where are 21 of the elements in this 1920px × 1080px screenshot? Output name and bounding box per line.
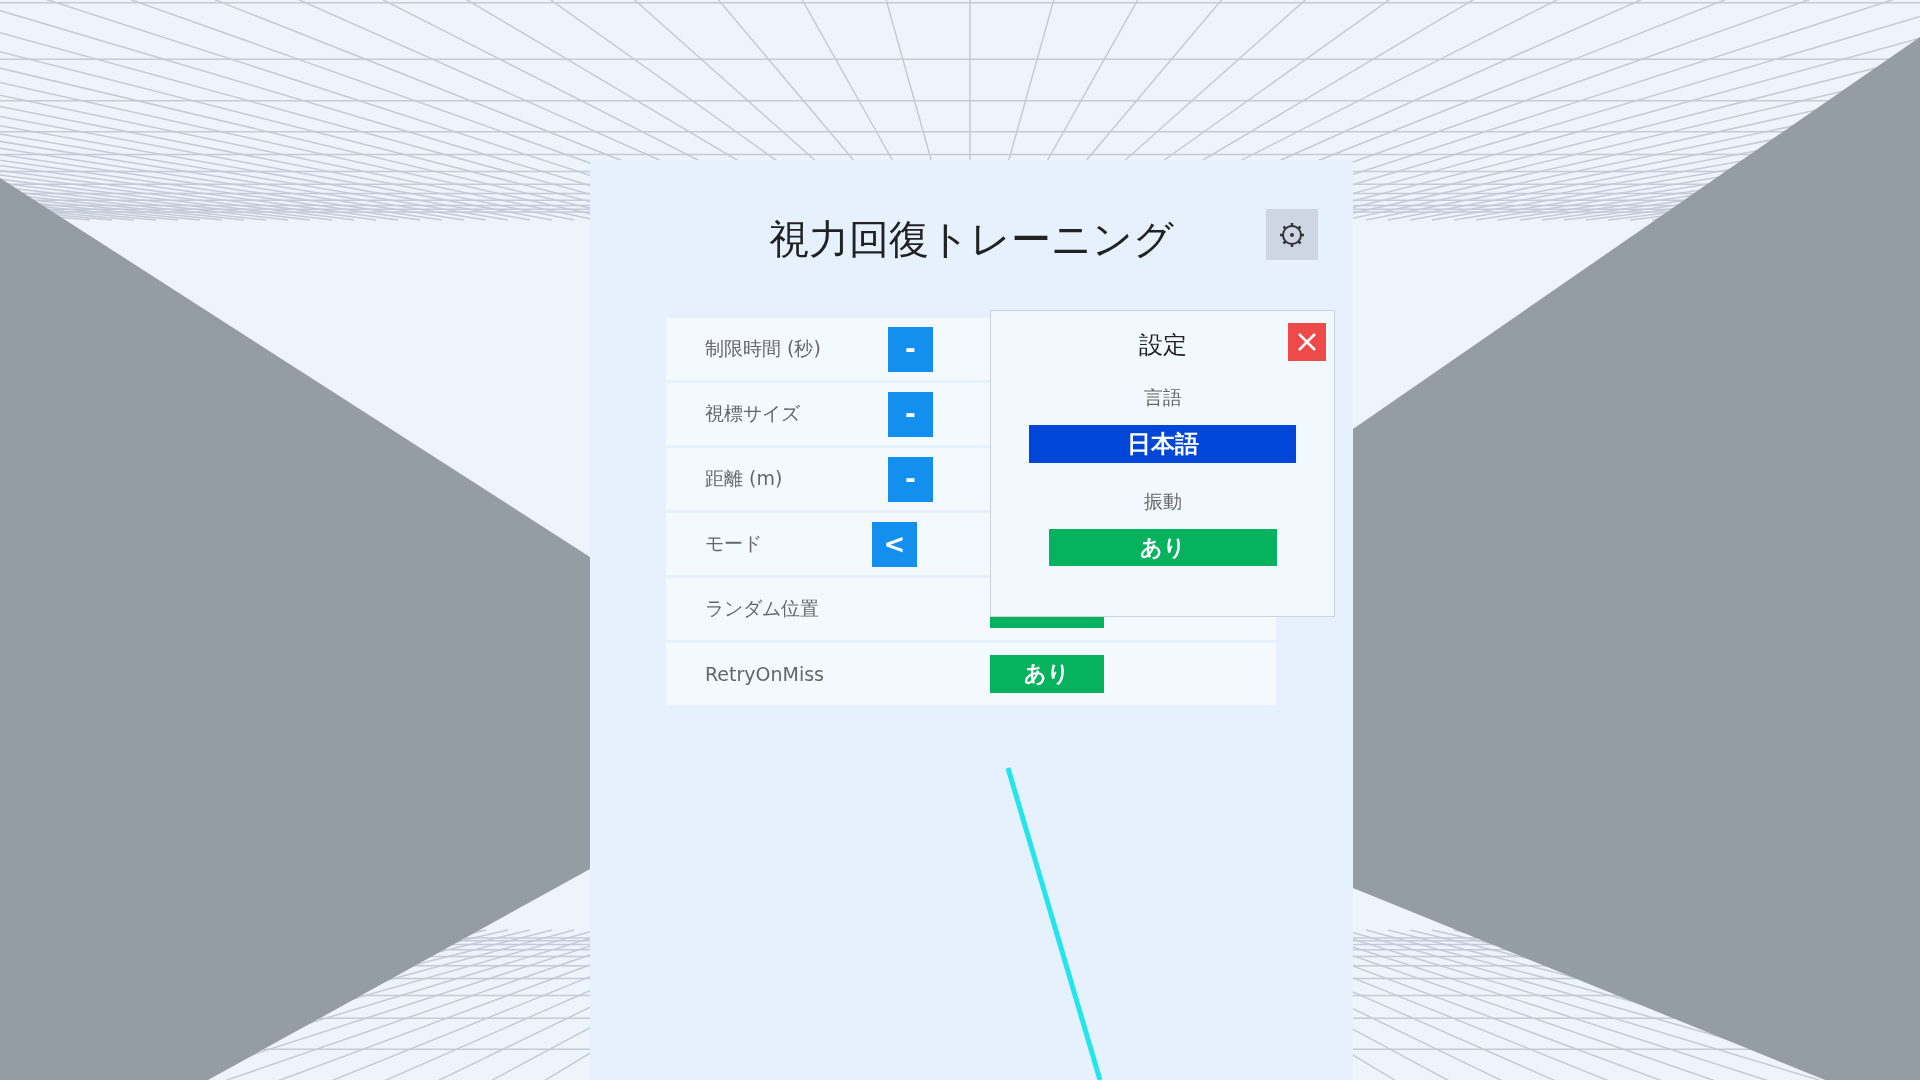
decrease-button[interactable]: - [888, 391, 933, 437]
toggle-button[interactable]: あり [990, 655, 1104, 693]
decrease-button[interactable]: - [888, 456, 933, 502]
setting-label: RetryOnMiss [705, 663, 825, 685]
dialog-title: 設定 [1138, 330, 1187, 359]
previous-button[interactable]: < [872, 521, 917, 567]
setting-label: 制限時間 (秒) [705, 336, 822, 361]
setting-label: 距離 (m) [705, 466, 784, 491]
decrease-button[interactable]: - [888, 326, 933, 372]
settings-icon [1278, 220, 1306, 249]
vibration-label: 振動 [1143, 489, 1182, 514]
app-title: 視力回復トレーニング [769, 215, 1174, 264]
setting-label: モード [705, 531, 763, 556]
setting-label: 視標サイズ [705, 401, 801, 426]
settings-button[interactable] [1266, 209, 1318, 260]
language-label: 言語 [1143, 385, 1182, 410]
language-button[interactable]: 日本語 [1029, 425, 1296, 463]
setting-label: ランダム位置 [705, 596, 820, 621]
close-button[interactable] [1288, 323, 1326, 361]
close-icon [1297, 332, 1317, 352]
vibration-toggle[interactable]: あり [1048, 529, 1277, 566]
